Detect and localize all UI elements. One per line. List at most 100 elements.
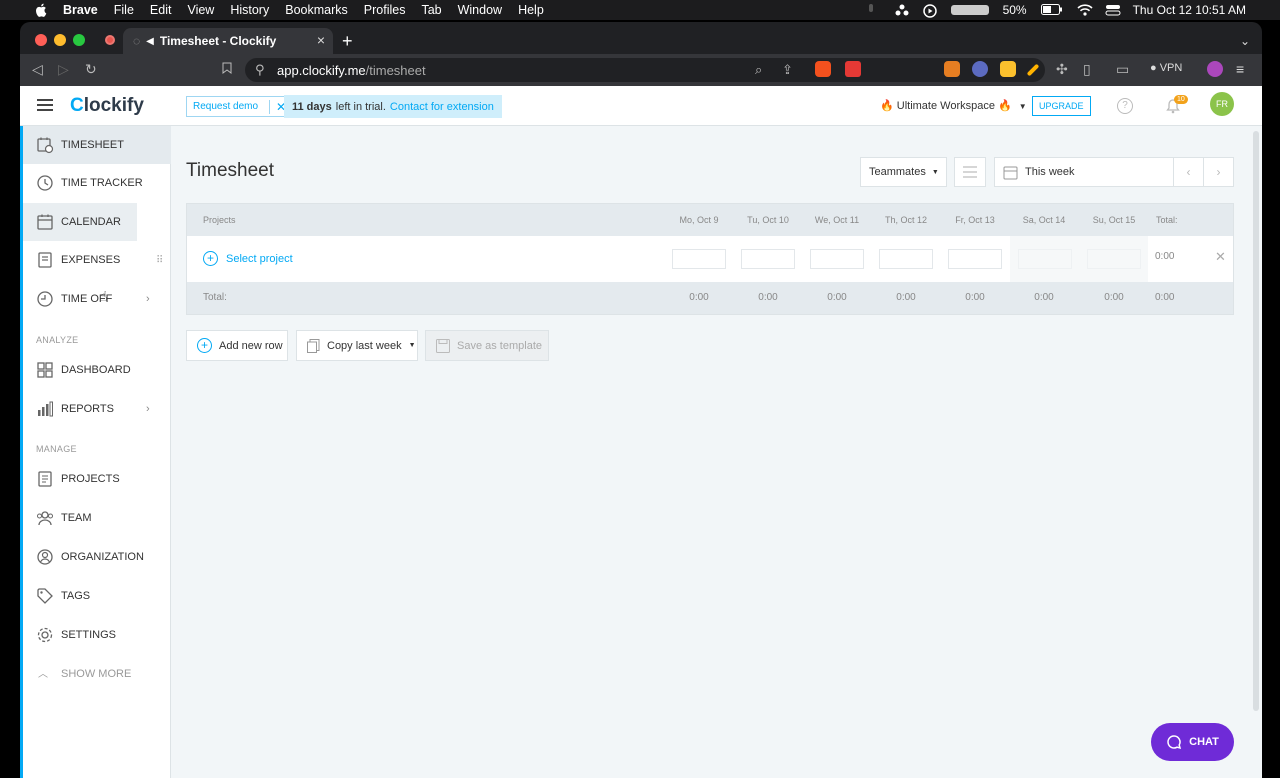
sidebar-item-team[interactable]: TEAM xyxy=(20,499,171,537)
time-entry-input-fri[interactable] xyxy=(948,249,1002,269)
extension-icon[interactable] xyxy=(972,61,988,77)
chevron-right-icon[interactable]: › xyxy=(146,403,150,415)
time-entry-input-wed[interactable] xyxy=(810,249,864,269)
upgrade-button[interactable]: UPGRADE xyxy=(1032,96,1091,116)
browser-menu-icon[interactable]: ≡ xyxy=(1236,61,1244,77)
window-minimize-button[interactable] xyxy=(54,34,66,46)
brave-rewards-icon[interactable] xyxy=(845,61,861,77)
page-scrollbar[interactable] xyxy=(1253,131,1259,711)
time-entry-input-sun[interactable] xyxy=(1087,249,1141,269)
url-path: /timesheet xyxy=(365,62,426,78)
sidebar-item-organization[interactable]: ORGANIZATION xyxy=(20,538,171,576)
next-week-button[interactable]: › xyxy=(1203,157,1234,187)
day-column-header: Sa, Oct 14 xyxy=(1022,215,1066,225)
menu-edit[interactable]: Edit xyxy=(150,3,172,17)
chat-button[interactable]: CHAT xyxy=(1151,723,1234,761)
window-close-button[interactable] xyxy=(35,34,47,46)
sidebar-item-time-tracker[interactable]: TIME TRACKER xyxy=(20,164,171,202)
close-icon[interactable]: ✕ xyxy=(1215,249,1226,265)
address-bar[interactable]: ⚲ app.clockify.me/timesheet ⌕ ⇪ xyxy=(245,58,1045,82)
wifi-icon[interactable] xyxy=(1077,4,1093,16)
time-entry-input-tue[interactable] xyxy=(741,249,795,269)
sidebar-item-settings[interactable]: SETTINGS xyxy=(20,616,171,654)
sidebar-item-label: CALENDAR xyxy=(61,216,121,228)
teammates-dropdown[interactable]: Teammates ▼ xyxy=(860,157,947,187)
reports-bar-chart-icon xyxy=(38,401,53,417)
menu-tab[interactable]: Tab xyxy=(421,3,441,17)
sidebar-toggle-icon[interactable]: ▯ xyxy=(1083,61,1091,78)
clockify-logo[interactable]: Clockify xyxy=(70,95,144,117)
chevron-right-icon: › xyxy=(1216,165,1221,179)
brave-shields-icon[interactable] xyxy=(815,61,831,77)
battery-icon[interactable] xyxy=(1040,4,1063,16)
share-icon[interactable]: ⇪ xyxy=(782,62,793,78)
speaker-icon[interactable]: ◀ xyxy=(146,36,154,47)
select-project-button[interactable]: + Select project xyxy=(203,251,293,266)
chevron-right-icon[interactable]: › xyxy=(146,293,150,305)
week-picker[interactable]: This week xyxy=(994,157,1174,187)
tab-title: Timesheet - Clockify xyxy=(159,34,277,48)
mic-icon[interactable] xyxy=(867,4,881,16)
save-as-template-button[interactable]: Save as template xyxy=(425,330,549,361)
request-demo-link[interactable]: Request demo xyxy=(193,101,258,112)
reload-icon[interactable]: ↻ xyxy=(85,61,97,78)
time-entry-input-mon[interactable] xyxy=(672,249,726,269)
zoom-icon[interactable]: ⌕ xyxy=(755,62,762,78)
menu-bookmarks[interactable]: Bookmarks xyxy=(285,3,348,17)
wallet-icon[interactable]: ▭ xyxy=(1116,61,1129,78)
timer-extension-icon[interactable] xyxy=(1000,61,1016,77)
sidebar-item-calendar[interactable]: CALENDAR xyxy=(20,203,137,241)
new-tab-button[interactable]: + xyxy=(342,31,353,52)
menu-window[interactable]: Window xyxy=(458,3,502,17)
sidebar-item-projects[interactable]: PROJECTS xyxy=(20,460,171,498)
tab-search-chevron-icon[interactable]: ⌄ xyxy=(1240,34,1250,48)
add-new-row-button[interactable]: + Add new row xyxy=(186,330,288,361)
camera-icon[interactable] xyxy=(950,4,989,16)
time-entry-input-sat[interactable] xyxy=(1018,249,1072,269)
play-circle-icon[interactable] xyxy=(922,4,937,18)
sidebar-item-tags[interactable]: TAGS xyxy=(20,577,171,615)
menu-help[interactable]: Help xyxy=(518,3,544,17)
sidebar-item-reports[interactable]: REPORTS › xyxy=(20,390,171,428)
browser-tab-timesheet[interactable]: ◌ ◀ Timesheet - Clockify × xyxy=(123,28,333,54)
profile-icon[interactable] xyxy=(1207,61,1223,77)
sidebar-item-timesheet[interactable]: TIMESHEET xyxy=(20,126,171,164)
show-more-toggle[interactable]: ︿ SHOW MORE xyxy=(20,655,171,693)
workspace-selector[interactable]: 🔥 Ultimate Workspace 🔥 ▼ xyxy=(880,99,1027,112)
metamask-extension-icon[interactable] xyxy=(944,61,960,77)
apple-icon[interactable] xyxy=(34,3,48,17)
tab-close-icon[interactable]: × xyxy=(317,32,325,48)
hamburger-menu-icon[interactable] xyxy=(37,99,53,111)
sidebar-item-dashboard[interactable]: DASHBOARD xyxy=(20,351,171,389)
vpn-button[interactable]: ● VPN xyxy=(1150,62,1182,74)
sidebar-item-label: SETTINGS xyxy=(61,629,117,641)
user-avatar[interactable]: FR xyxy=(1210,92,1234,116)
menu-app-brave[interactable]: Brave xyxy=(63,3,98,17)
drag-handle-icon[interactable]: ⠿ xyxy=(156,255,163,266)
control-center-icon[interactable] xyxy=(1105,4,1121,16)
contact-extension-link[interactable]: Contact for extension xyxy=(390,101,494,113)
extensions-puzzle-icon[interactable]: ✣ xyxy=(1056,61,1068,78)
menu-history[interactable]: History xyxy=(230,3,269,17)
list-view-button[interactable] xyxy=(954,157,986,187)
menu-file[interactable]: File xyxy=(114,3,134,17)
sidebar-item-time-off[interactable]: TIME OFF › xyxy=(20,280,171,318)
expenses-icon xyxy=(38,252,52,268)
macos-menubar: Brave File Edit View History Bookmarks P… xyxy=(0,0,1280,20)
back-icon[interactable]: ◁ xyxy=(32,61,43,78)
projects-column-header: Projects xyxy=(203,215,236,225)
mouse-cursor-icon: ☝ xyxy=(99,288,108,304)
menu-profiles[interactable]: Profiles xyxy=(364,3,406,17)
dots-icon[interactable] xyxy=(895,4,909,16)
copy-last-week-button[interactable]: Copy last week ▼ xyxy=(296,330,418,361)
site-settings-icon[interactable]: ⚲ xyxy=(255,62,265,78)
timesheet-icon xyxy=(37,137,54,154)
previous-week-button[interactable]: ‹ xyxy=(1173,157,1204,187)
time-entry-input-thu[interactable] xyxy=(879,249,933,269)
menu-view[interactable]: View xyxy=(187,3,214,17)
bookmark-icon[interactable] xyxy=(222,61,232,77)
sidebar-item-expenses[interactable]: EXPENSES ⠿ xyxy=(20,241,171,279)
forward-icon[interactable]: ▷ xyxy=(58,61,69,78)
help-icon[interactable]: ? xyxy=(1117,98,1133,114)
window-zoom-button[interactable] xyxy=(73,34,85,46)
